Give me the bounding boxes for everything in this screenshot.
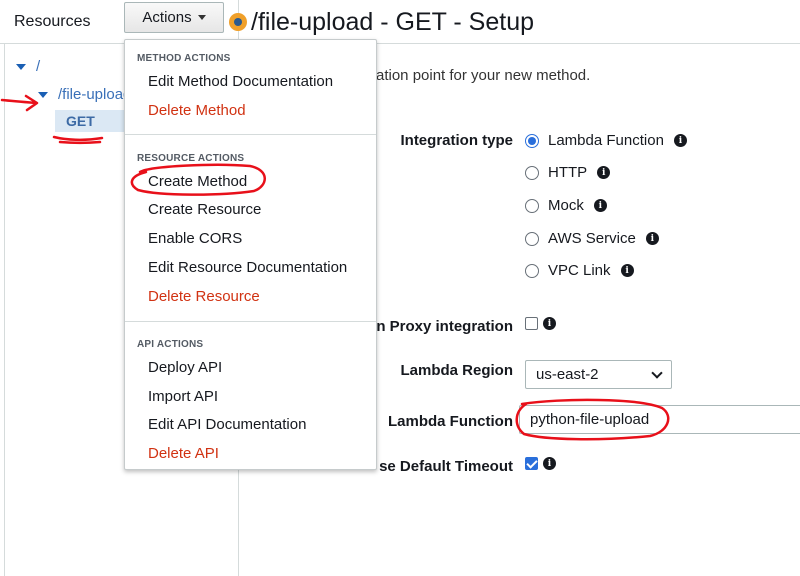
tree-item-file-upload-label: /file-upload bbox=[58, 86, 128, 103]
radio-label: VPC Link bbox=[548, 262, 611, 279]
menu-item-delete-api[interactable]: Delete API bbox=[148, 445, 219, 462]
menu-section-api-actions: API ACTIONS bbox=[137, 339, 204, 350]
radio-label: Mock bbox=[548, 197, 584, 214]
caret-down-icon bbox=[197, 15, 206, 20]
menu-item-edit-resource-documentation[interactable]: Edit Resource Documentation bbox=[148, 259, 347, 276]
menu-item-enable-cors[interactable]: Enable CORS bbox=[148, 230, 242, 247]
tree-item-get-method[interactable]: GET bbox=[55, 110, 130, 132]
proxy-integration-checkbox[interactable] bbox=[525, 317, 538, 330]
info-icon[interactable]: i bbox=[597, 166, 611, 179]
tree-guide-line bbox=[4, 44, 5, 576]
method-status-icon bbox=[229, 13, 247, 31]
lambda-region-value: us-east-2 bbox=[536, 366, 599, 383]
menu-item-deploy-api[interactable]: Deploy API bbox=[148, 359, 222, 376]
radio-button[interactable] bbox=[525, 165, 539, 180]
info-icon[interactable]: i bbox=[645, 232, 659, 245]
actions-button-label: Actions bbox=[142, 9, 192, 26]
menu-divider bbox=[125, 321, 376, 322]
default-timeout-label: se Default Timeout bbox=[379, 458, 513, 475]
menu-item-delete-resource[interactable]: Delete Resource bbox=[148, 288, 260, 305]
radio-lambda-function[interactable]: Lambda Function i bbox=[525, 132, 687, 149]
integration-type-label: Integration type bbox=[400, 132, 513, 149]
radio-button[interactable] bbox=[525, 231, 539, 246]
menu-item-import-api[interactable]: Import API bbox=[148, 388, 218, 405]
radio-button[interactable] bbox=[525, 263, 539, 278]
radio-aws-service[interactable]: AWS Service i bbox=[525, 230, 659, 247]
radio-button[interactable] bbox=[525, 198, 539, 213]
info-icon[interactable]: i bbox=[543, 317, 556, 330]
lambda-region-select[interactable]: us-east-2 bbox=[525, 360, 672, 389]
menu-section-resource-actions: RESOURCE ACTIONS bbox=[137, 153, 245, 164]
tree-item-file-upload[interactable]: /file-upload bbox=[38, 86, 128, 103]
caret-down-icon[interactable] bbox=[16, 63, 26, 70]
info-icon[interactable]: i bbox=[620, 264, 634, 277]
radio-button-checked[interactable] bbox=[525, 133, 539, 148]
menu-item-edit-api-documentation[interactable]: Edit API Documentation bbox=[148, 416, 306, 433]
actions-menu: METHOD ACTIONS Edit Method Documentation… bbox=[124, 39, 377, 470]
menu-item-edit-method-documentation[interactable]: Edit Method Documentation bbox=[148, 73, 333, 90]
menu-divider bbox=[125, 134, 376, 135]
radio-mock[interactable]: Mock i bbox=[525, 197, 607, 214]
tree-item-root[interactable]: / bbox=[16, 58, 40, 75]
radio-vpc-link[interactable]: VPC Link i bbox=[525, 262, 634, 279]
menu-item-create-resource[interactable]: Create Resource bbox=[148, 201, 261, 218]
info-icon[interactable]: i bbox=[543, 457, 556, 470]
radio-label: AWS Service bbox=[548, 230, 636, 247]
default-timeout-checkbox[interactable] bbox=[525, 457, 538, 470]
actions-dropdown-button[interactable]: Actions bbox=[124, 2, 224, 33]
radio-label: HTTP bbox=[548, 164, 588, 181]
tree-item-root-label: / bbox=[36, 58, 41, 75]
menu-section-method-actions: METHOD ACTIONS bbox=[137, 53, 231, 64]
page-title: /file-upload - GET - Setup bbox=[251, 8, 535, 36]
lambda-region-label: Lambda Region bbox=[400, 362, 513, 379]
intro-text: ation point for your new method. bbox=[376, 67, 591, 84]
lambda-function-input[interactable] bbox=[519, 405, 800, 434]
caret-down-icon[interactable] bbox=[38, 91, 48, 98]
chevron-down-icon bbox=[651, 367, 663, 379]
info-icon[interactable]: i bbox=[593, 199, 607, 212]
menu-item-delete-method[interactable]: Delete Method bbox=[148, 102, 246, 119]
resources-title: Resources bbox=[14, 13, 91, 30]
lambda-function-label: Lambda Function bbox=[388, 413, 513, 430]
info-icon[interactable]: i bbox=[673, 134, 687, 147]
proxy-integration-label: n Proxy integration bbox=[376, 318, 513, 335]
menu-item-create-method[interactable]: Create Method bbox=[148, 173, 247, 190]
radio-label: Lambda Function bbox=[548, 132, 664, 149]
radio-http[interactable]: HTTP i bbox=[525, 164, 611, 181]
